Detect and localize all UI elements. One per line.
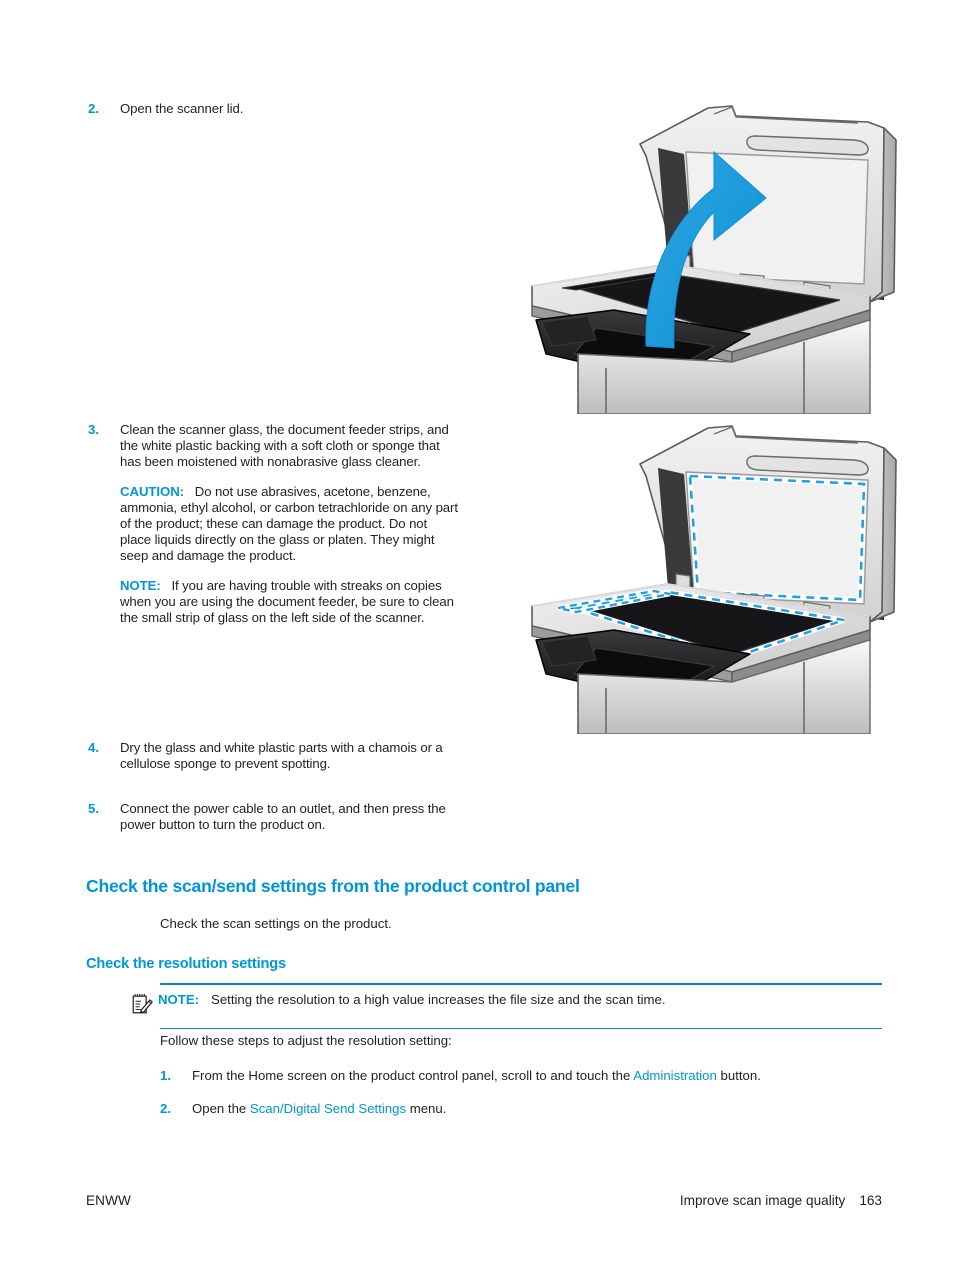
- sub-step-text-pre: Open the: [192, 1101, 250, 1116]
- sub-step-text: Open the Scan/Digital Send Settings menu…: [192, 1101, 446, 1117]
- sub-step-text: From the Home screen on the product cont…: [192, 1068, 761, 1084]
- step-body: Dry the glass and white plastic parts wi…: [120, 740, 458, 772]
- step-paragraph: Open the scanner lid.: [120, 101, 244, 116]
- note-content: NOTE: Setting the resolution to a high v…: [132, 985, 882, 1028]
- note-label: NOTE:: [120, 577, 161, 593]
- administration-link[interactable]: Administration: [633, 1068, 717, 1083]
- scan-digital-send-settings-link[interactable]: Scan/Digital Send Settings: [250, 1101, 406, 1116]
- step-number: 2.: [88, 101, 99, 116]
- step-body: Open the scanner lid.: [120, 101, 488, 117]
- note-bottom-rule: [160, 1027, 882, 1030]
- step-body: Connect the power cable to an outlet, an…: [120, 801, 458, 833]
- resolution-lead-in: Follow these steps to adjust the resolut…: [160, 1033, 452, 1048]
- note-text: Setting the resolution to a high value i…: [211, 991, 666, 1007]
- step-item: 3. Clean the scanner glass, the document…: [88, 422, 458, 626]
- note-paragraph: NOTE: If you are having trouble with str…: [120, 578, 458, 627]
- step-item: 2. Open the scanner lid.: [88, 101, 488, 117]
- section-intro: Check the scan settings on the product.: [160, 916, 392, 931]
- note-pencil-icon: [130, 992, 158, 1021]
- caution-spacer: [184, 484, 195, 499]
- step-item: 5. Connect the power cable to an outlet,…: [88, 801, 458, 833]
- sub-step-text-pre: From the Home screen on the product cont…: [192, 1068, 634, 1083]
- section-subheading: Check the resolution settings: [86, 956, 286, 972]
- step-number: 4.: [88, 740, 99, 755]
- step-number: 5.: [88, 801, 99, 816]
- step-paragraph: Clean the scanner glass, the document fe…: [120, 422, 449, 470]
- step-number: 3.: [88, 422, 99, 437]
- sub-step-item: 2. Open the Scan/Digital Send Settings m…: [160, 1101, 882, 1117]
- caution-paragraph: CAUTION: Do not use abrasives, acetone, …: [120, 484, 458, 565]
- sub-step-text-post: menu.: [406, 1101, 447, 1116]
- note-text: If you are having trouble with streaks o…: [120, 577, 454, 626]
- section-heading: Check the scan/send settings from the pr…: [86, 876, 580, 896]
- step-item: 4. Dry the glass and white plastic parts…: [88, 740, 458, 772]
- scanner-lid-open-illustration: [518, 96, 918, 414]
- sub-step-text-post: button.: [716, 1068, 761, 1083]
- document-page: 2. Open the scanner lid. 3. Clean the sc…: [0, 0, 954, 1270]
- step-paragraph: Dry the glass and white plastic parts wi…: [120, 740, 443, 772]
- note-label: NOTE:: [158, 991, 200, 1007]
- step-body: Clean the scanner glass, the document fe…: [120, 422, 458, 626]
- note-spacer: [161, 578, 172, 593]
- footer-running-head: Improve scan image quality 163: [680, 1193, 882, 1208]
- sub-step-number: 2.: [160, 1101, 171, 1116]
- caution-label: CAUTION:: [120, 483, 185, 499]
- note-admonition: NOTE: Setting the resolution to a high v…: [132, 983, 882, 1030]
- scanner-clean-areas-illustration: [518, 416, 918, 734]
- step-paragraph: Connect the power cable to an outlet, an…: [120, 801, 446, 833]
- footer-section-title: Improve scan image quality: [679, 1193, 846, 1208]
- page-number: 163: [859, 1193, 882, 1208]
- sub-step-item: 1. From the Home screen on the product c…: [160, 1068, 882, 1084]
- footer-locale: ENWW: [86, 1193, 131, 1208]
- sub-step-number: 1.: [160, 1068, 171, 1083]
